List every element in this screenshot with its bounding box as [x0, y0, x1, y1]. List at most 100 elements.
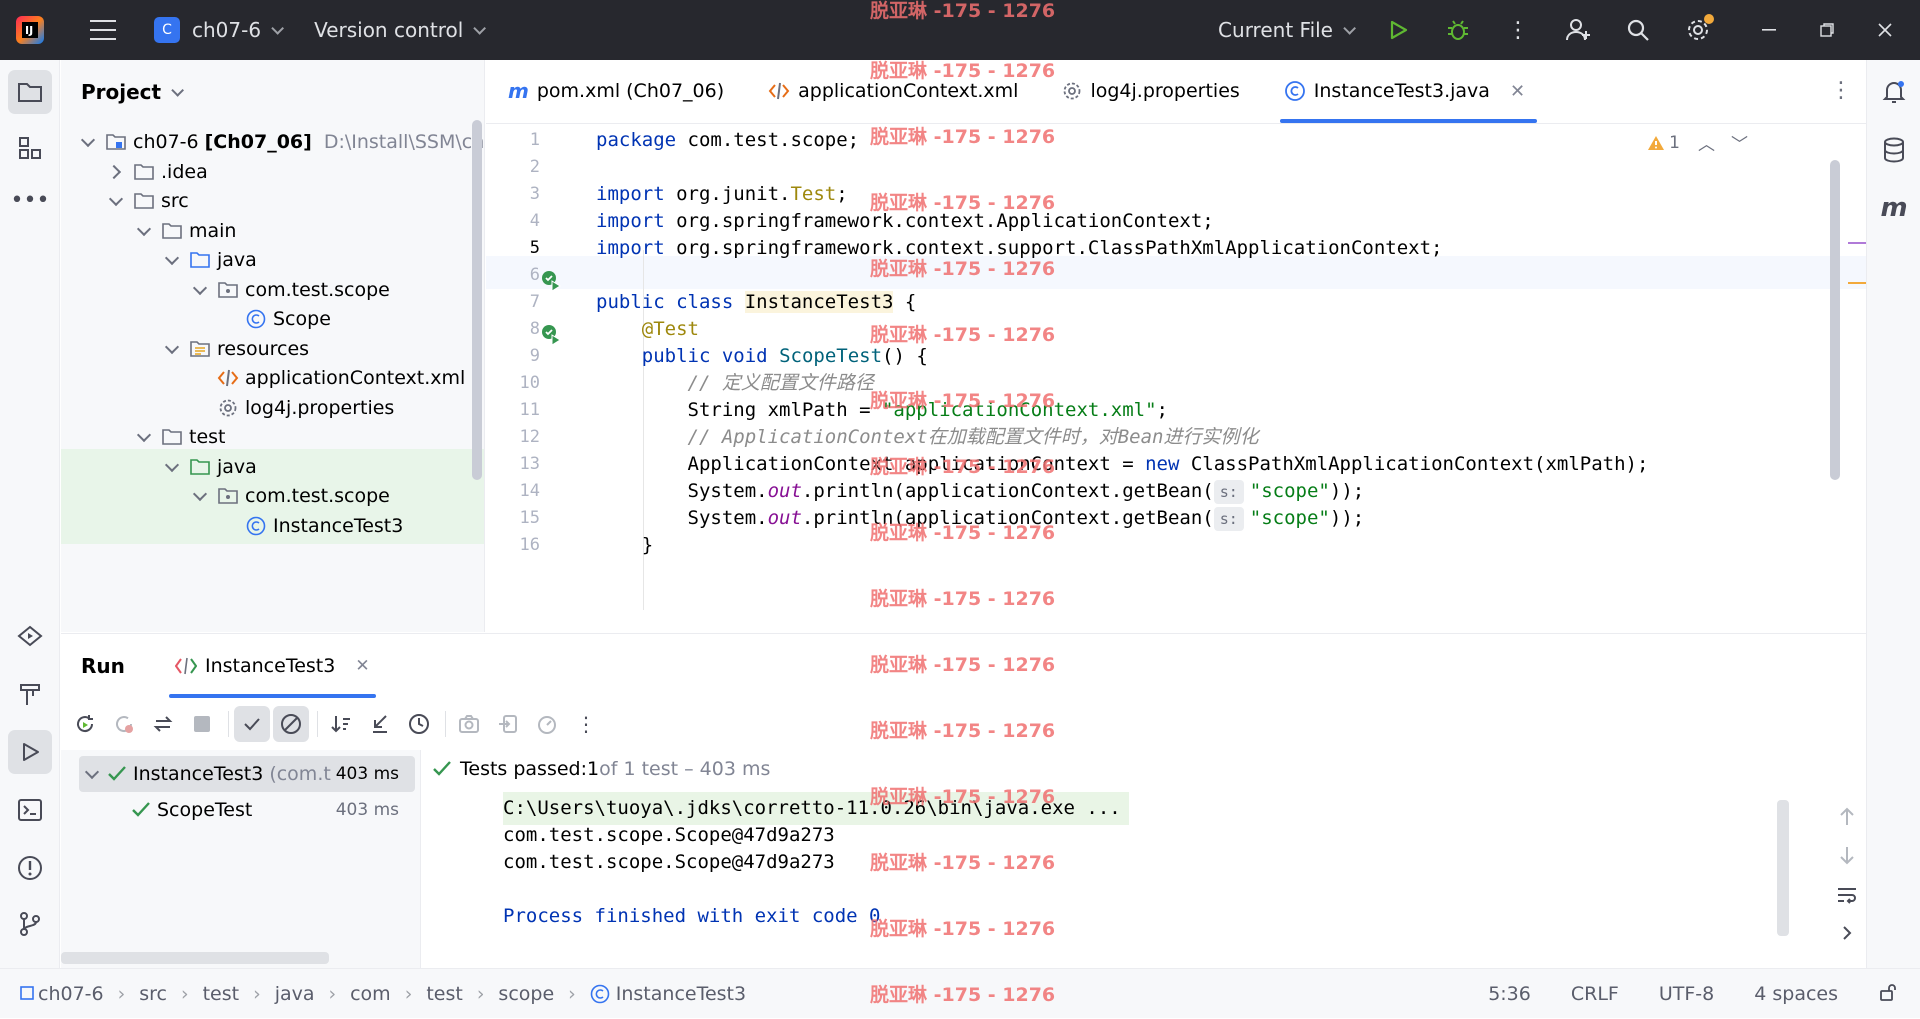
console-scrollbar[interactable] — [1777, 800, 1789, 936]
tab-pom-xml[interactable]: m pom.xml (Ch07_06) — [486, 60, 746, 123]
line-number-gutter[interactable]: 1 2 3 4 5 6 7 8 9 10 11 12 13 14 15 16 — [486, 124, 596, 632]
expand-right-icon[interactable] — [1832, 918, 1862, 948]
tree-item-instancetest3[interactable]: InstanceTest3 — [61, 507, 484, 544]
chevron-right-icon[interactable] — [109, 165, 123, 179]
breadcrumb-item[interactable]: test — [203, 983, 240, 1005]
scroll-down-icon[interactable] — [1832, 840, 1862, 870]
show-ignored-icon[interactable] — [273, 706, 309, 742]
project-panel-title[interactable]: Project — [81, 80, 161, 104]
git-tool-icon[interactable] — [8, 902, 52, 946]
editor-scrollbar[interactable] — [1830, 160, 1840, 480]
search-icon[interactable] — [1620, 12, 1656, 48]
chevron-down-icon[interactable] — [193, 283, 207, 297]
chevron-down-icon[interactable] — [165, 253, 179, 267]
breadcrumb-separator: › — [476, 982, 485, 1005]
breadcrumb-item[interactable]: com — [350, 983, 391, 1005]
breadcrumb-item[interactable]: scope — [498, 983, 554, 1005]
tab-log4j-properties[interactable]: log4j.properties — [1040, 60, 1261, 123]
close-window-button[interactable] — [1856, 0, 1914, 60]
file-encoding[interactable]: UTF-8 — [1659, 983, 1714, 1005]
code-area[interactable]: package com.test.scope; import org.junit… — [596, 124, 1866, 632]
title-bar: IJ C ch07-6 Version control Current File… — [0, 0, 1920, 60]
run-config-selector[interactable]: Current File — [1218, 18, 1333, 42]
rerun-failed-icon[interactable] — [106, 706, 142, 742]
project-switcher[interactable]: ch07-6 — [192, 18, 261, 42]
soft-wrap-icon[interactable] — [1832, 880, 1862, 910]
prev-highlight-icon[interactable]: ︿ — [1698, 130, 1715, 155]
settings-gear-icon[interactable] — [1680, 12, 1716, 48]
tabs-more-icon[interactable]: ⋮ — [1830, 78, 1852, 103]
run-tool-icon[interactable] — [8, 730, 52, 774]
test-row-class[interactable]: InstanceTest3 (com.t 403 ms — [79, 756, 415, 792]
minimize-button[interactable] — [1740, 0, 1798, 60]
class-icon — [590, 984, 610, 1004]
run-tab-instance-test3[interactable]: InstanceTest3 ✕ — [161, 634, 384, 698]
project-scrollbar[interactable] — [472, 120, 482, 480]
line-separator[interactable]: CRLF — [1571, 983, 1619, 1005]
toggle-auto-test-icon[interactable] — [145, 706, 181, 742]
main-menu-icon[interactable] — [90, 20, 116, 40]
read-only-lock-icon[interactable] — [1878, 982, 1898, 1007]
more-tools-icon[interactable]: ••• — [8, 178, 52, 222]
scroll-up-icon[interactable] — [1832, 802, 1862, 832]
structure-tool-icon[interactable] — [8, 126, 52, 170]
terminal-tool-icon[interactable] — [8, 788, 52, 832]
breadcrumb-item[interactable]: src — [139, 983, 167, 1005]
database-icon[interactable] — [1876, 132, 1912, 168]
close-tab-icon[interactable]: ✕ — [1510, 81, 1525, 102]
build-tool-icon[interactable] — [8, 672, 52, 716]
test-row-method[interactable]: ScopeTest 403 ms — [79, 792, 415, 828]
breadcrumb-item[interactable]: test — [426, 983, 463, 1005]
maven-icon[interactable]: m — [1876, 190, 1912, 226]
code-line: } — [641, 534, 654, 556]
close-run-tab-icon[interactable]: ✕ — [355, 656, 369, 676]
chevron-down-icon[interactable] — [137, 430, 151, 444]
error-stripe-mark[interactable] — [1848, 242, 1866, 244]
chevron-down-icon[interactable] — [81, 135, 95, 149]
breadcrumb-separator: › — [180, 982, 189, 1005]
problems-tool-icon[interactable] — [8, 846, 52, 890]
next-highlight-icon[interactable]: ﹀ — [1731, 130, 1748, 155]
breadcrumb-item[interactable]: java — [275, 983, 315, 1005]
more-actions-icon[interactable]: ⋮ — [1500, 12, 1536, 48]
inspection-widget[interactable]: 1 ︿ ﹀ — [1647, 130, 1748, 155]
more-run-actions-icon[interactable]: ⋮ — [568, 706, 604, 742]
services-tool-icon[interactable] — [8, 614, 52, 658]
breadcrumb-item[interactable]: ch07-6 — [38, 983, 104, 1005]
import-tests-icon[interactable] — [490, 706, 526, 742]
notifications-bell-icon[interactable] — [1876, 74, 1912, 110]
debug-icon[interactable] — [1440, 12, 1476, 48]
indent-setting[interactable]: 4 spaces — [1754, 983, 1838, 1005]
project-badge[interactable]: C — [154, 17, 180, 43]
console-output[interactable]: Tests passed: 1 of 1 test – 403 ms C:\Us… — [422, 750, 1866, 969]
add-user-icon[interactable] — [1560, 12, 1596, 48]
sort-icon[interactable] — [323, 706, 359, 742]
chevron-down-icon[interactable] — [193, 489, 207, 503]
screenshot-icon[interactable] — [451, 706, 487, 742]
chevron-down-icon[interactable] — [165, 342, 179, 356]
restore-button[interactable] — [1798, 0, 1856, 60]
test-passed-icon — [108, 766, 126, 781]
project-tool-icon[interactable] — [8, 70, 52, 114]
show-passed-icon[interactable] — [234, 706, 270, 742]
version-control-menu[interactable]: Version control — [314, 18, 463, 42]
tests-horizontal-scrollbar[interactable] — [61, 952, 329, 964]
chevron-down-icon[interactable] — [109, 194, 123, 208]
test-history-icon[interactable] — [401, 706, 437, 742]
run-icon[interactable] — [1380, 12, 1416, 48]
chevron-down-icon[interactable] — [137, 224, 151, 238]
export-results-icon[interactable] — [529, 706, 565, 742]
stop-icon[interactable] — [184, 706, 220, 742]
run-test-class-icon[interactable] — [540, 269, 562, 291]
tab-application-context-xml[interactable]: applicationContext.xml — [746, 60, 1040, 123]
intellij-logo-icon[interactable]: IJ — [16, 16, 44, 44]
collapse-all-icon[interactable] — [362, 706, 398, 742]
breadcrumb-item[interactable]: InstanceTest3 — [616, 983, 746, 1005]
tab-instance-test3-java[interactable]: InstanceTest3.java ✕ — [1262, 60, 1547, 123]
chevron-down-icon[interactable] — [165, 460, 179, 474]
rerun-icon[interactable] — [67, 706, 103, 742]
error-stripe-mark[interactable] — [1848, 282, 1866, 284]
run-test-method-icon[interactable] — [540, 323, 562, 345]
caret-position[interactable]: 5:36 — [1488, 983, 1531, 1005]
